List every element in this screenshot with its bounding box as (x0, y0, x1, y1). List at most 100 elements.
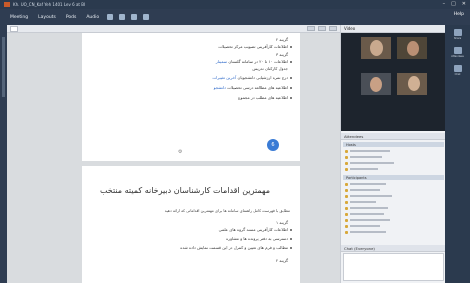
user-icon (345, 155, 348, 159)
document-pod-header (7, 25, 340, 33)
doc-line: جدول کارکنان تدریس (252, 66, 288, 71)
chat-pod-title: Chat (Everyone) (344, 245, 375, 251)
menu-help[interactable]: Help (454, 12, 464, 17)
video-tile[interactable] (397, 37, 427, 59)
video-tile[interactable] (361, 37, 391, 59)
attendee-row[interactable] (345, 200, 443, 204)
chat-message-area[interactable] (343, 253, 444, 281)
user-icon (345, 149, 348, 153)
participant-face (407, 41, 419, 56)
sync-button[interactable] (318, 26, 326, 31)
user-icon (345, 218, 348, 222)
bullet (290, 87, 292, 89)
doc-line: درج نمره ارزشیابی دانشجویان آخرین تغییرا… (212, 75, 288, 80)
video-pod (341, 33, 446, 131)
participant-face (408, 76, 420, 91)
attendee-row[interactable] (345, 167, 443, 171)
doc-line: دسترسی به دفتر پرونده ها و مشاوره (226, 236, 288, 241)
microphone-icon[interactable] (107, 14, 114, 20)
document-page-1: گزینه ۲ اطلاعات کارآفرینی تصویب مرکز تحص… (82, 33, 300, 161)
attendees-button[interactable]: Attendees (449, 47, 466, 60)
page-heading: مهمترین اقدامات کارشناسان دبیرخانه کمیته… (99, 186, 270, 195)
zoom-button[interactable] (307, 26, 315, 31)
user-icon (345, 188, 348, 192)
menu-layouts[interactable]: Layouts (36, 14, 58, 21)
bullet (290, 77, 292, 79)
doc-line: اطلاعیه های مطلب در مجموع (238, 95, 288, 100)
right-panel: Video Attendees Hosts Participants Chat … (340, 25, 446, 283)
far-right-sidebar: Share Attendees Chat (445, 25, 470, 283)
doc-line: اطلاعات کارآفرینی مسند گروه های علمی (218, 227, 288, 232)
minimize-button[interactable]: – (443, 1, 446, 7)
page-footer-icon: ⚙ (178, 149, 183, 155)
camera-icon[interactable] (131, 14, 138, 20)
user-icon (345, 224, 348, 228)
user-icon (345, 161, 348, 165)
video-pod-header: Video (341, 25, 446, 33)
chat-icon (453, 65, 462, 72)
bullet (290, 46, 292, 48)
attendee-row[interactable] (345, 161, 443, 165)
doc-link[interactable]: دانشجو (214, 85, 226, 90)
doc-line: مطالب و فرم های تعیین و کنترل در این قسم… (180, 245, 288, 250)
attendee-row[interactable] (345, 194, 443, 198)
attendees-pod-header: Attendees (341, 133, 446, 140)
document-area: گزینه ۲ اطلاعات کارآفرینی تصویب مرکز تحص… (7, 33, 340, 283)
left-strip (0, 25, 7, 283)
bullet (290, 229, 292, 231)
doc-line: اطلاعات کارآفرینی تصویب مرکز تحصیلات (218, 44, 288, 49)
people-icon (453, 47, 462, 54)
page-intro: مطابق با فهرست کامل راهنمای سامانه ها بر… (164, 208, 290, 213)
window-title: Kh. UO_CN_Kaf Yeh 1401 Lev 6 at BI (13, 2, 86, 7)
user-icon (345, 167, 348, 171)
left-scroll-indicator (2, 37, 5, 97)
video-tile[interactable] (397, 73, 427, 95)
attendee-row[interactable] (345, 206, 443, 210)
document-tab[interactable] (10, 25, 18, 32)
video-tile[interactable] (361, 73, 391, 95)
attendee-row[interactable] (345, 149, 443, 153)
user-icon (345, 230, 348, 234)
share-button[interactable]: Share (449, 29, 466, 42)
attendee-row[interactable] (345, 155, 443, 159)
chat-button[interactable]: Chat (449, 65, 466, 78)
doc-line: اطلاعات ۱۰ تا ۲۰ در سامانه گلستان سمینار (215, 59, 288, 64)
bullet (290, 61, 292, 63)
attendee-row[interactable] (345, 230, 443, 234)
menu-audio[interactable]: Audio (84, 14, 101, 21)
doc-line: گزینه ۱ (275, 220, 288, 225)
user-icon (345, 206, 348, 210)
user-icon (345, 182, 348, 186)
fullscreen-button[interactable] (329, 26, 337, 31)
user-icon (345, 212, 348, 216)
participant-face (370, 77, 382, 92)
menu-pods[interactable]: Pods (64, 14, 79, 21)
page-number-badge[interactable]: 6 (267, 139, 279, 151)
share-icon (453, 29, 462, 36)
bullet (290, 97, 292, 99)
doc-link[interactable]: سمینار (216, 59, 227, 64)
attendee-group-participants[interactable]: Participants (343, 175, 444, 180)
user-icon (345, 200, 348, 204)
attendee-row[interactable] (345, 182, 443, 186)
doc-line: گزینه ۲ (275, 37, 288, 42)
doc-line: گزینه ۲ (275, 258, 288, 263)
doc-line: اطلاعیه های مطالعه درسی تحصیلات دانشجو (213, 85, 288, 90)
app-icon (4, 2, 10, 7)
attendee-row[interactable] (345, 188, 443, 192)
bullet (290, 238, 292, 240)
menu-meeting[interactable]: Meeting (8, 14, 30, 21)
attendee-group-hosts[interactable]: Hosts (343, 142, 444, 147)
speaker-icon[interactable] (119, 14, 126, 20)
document-page-2: مهمترین اقدامات کارشناسان دبیرخانه کمیته… (82, 166, 300, 283)
attendee-row[interactable] (345, 212, 443, 216)
attendee-row[interactable] (345, 224, 443, 228)
participant-face (370, 40, 383, 56)
maximize-button[interactable]: □ (451, 1, 456, 7)
attendees-pod-title: Attendees (344, 133, 364, 139)
menubar: Meeting Layouts Pods Audio Help (0, 9, 470, 25)
doc-link[interactable]: آخرین تغییرات (212, 75, 236, 80)
attendee-row[interactable] (345, 218, 443, 222)
close-button[interactable]: ✕ (462, 1, 466, 7)
status-icon[interactable] (143, 14, 150, 20)
